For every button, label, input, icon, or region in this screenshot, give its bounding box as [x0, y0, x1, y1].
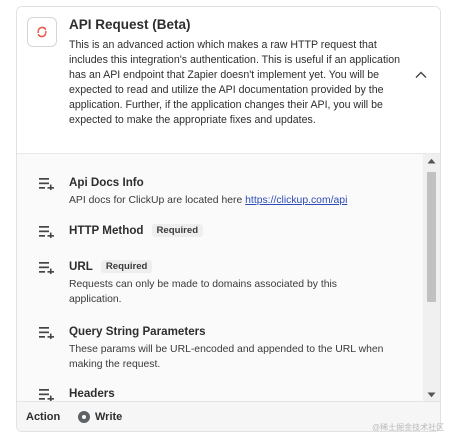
triangle-up-icon	[427, 158, 436, 164]
input-fields-panel: Api Docs Info API docs for ClickUp are l…	[17, 153, 440, 401]
field-label: Api Docs Info	[69, 176, 144, 189]
field-description: Requests can only be made to domains ass…	[69, 279, 338, 305]
write-step-icon	[78, 411, 90, 423]
field-label: Query String Parameters	[69, 325, 206, 338]
required-badge: Required	[100, 260, 153, 273]
api-request-card: API Request (Beta) This is an advanced a…	[16, 6, 441, 432]
scroll-up-button[interactable]	[423, 154, 440, 168]
scroll-down-button[interactable]	[423, 388, 440, 401]
list-plus-icon	[39, 327, 54, 339]
api-request-icon	[27, 17, 57, 47]
field-description: These params will be URL-encoded and app…	[69, 344, 384, 370]
collapse-button[interactable]	[413, 67, 431, 85]
required-badge: Required	[151, 224, 204, 237]
field-description: API docs for ClickUp are located here ht…	[69, 195, 348, 206]
footer-label: Action	[26, 411, 61, 423]
scroll-thumb[interactable]	[427, 172, 436, 302]
field-label: HTTP Method Required	[69, 224, 204, 237]
list-plus-icon	[39, 178, 54, 190]
fields-scrollbar[interactable]	[423, 154, 440, 401]
list-plus-icon	[39, 226, 54, 238]
step-type-chip[interactable]: Write	[74, 407, 128, 427]
field-label: Headers	[69, 387, 115, 400]
list-plus-icon	[39, 389, 54, 401]
field-label: URL Required	[69, 260, 153, 273]
triangle-down-icon	[427, 392, 436, 398]
clickup-api-link[interactable]: https://clickup.com/api	[245, 195, 347, 206]
action-title: API Request (Beta)	[69, 17, 191, 32]
step-type-label: Write	[95, 411, 123, 423]
chevron-up-icon	[415, 71, 427, 78]
action-header: API Request (Beta) This is an advanced a…	[17, 7, 440, 153]
action-description: This is an advanced action which makes a…	[69, 39, 401, 127]
watermark: @稀土掘金技术社区	[372, 423, 445, 432]
list-plus-icon	[39, 262, 54, 274]
